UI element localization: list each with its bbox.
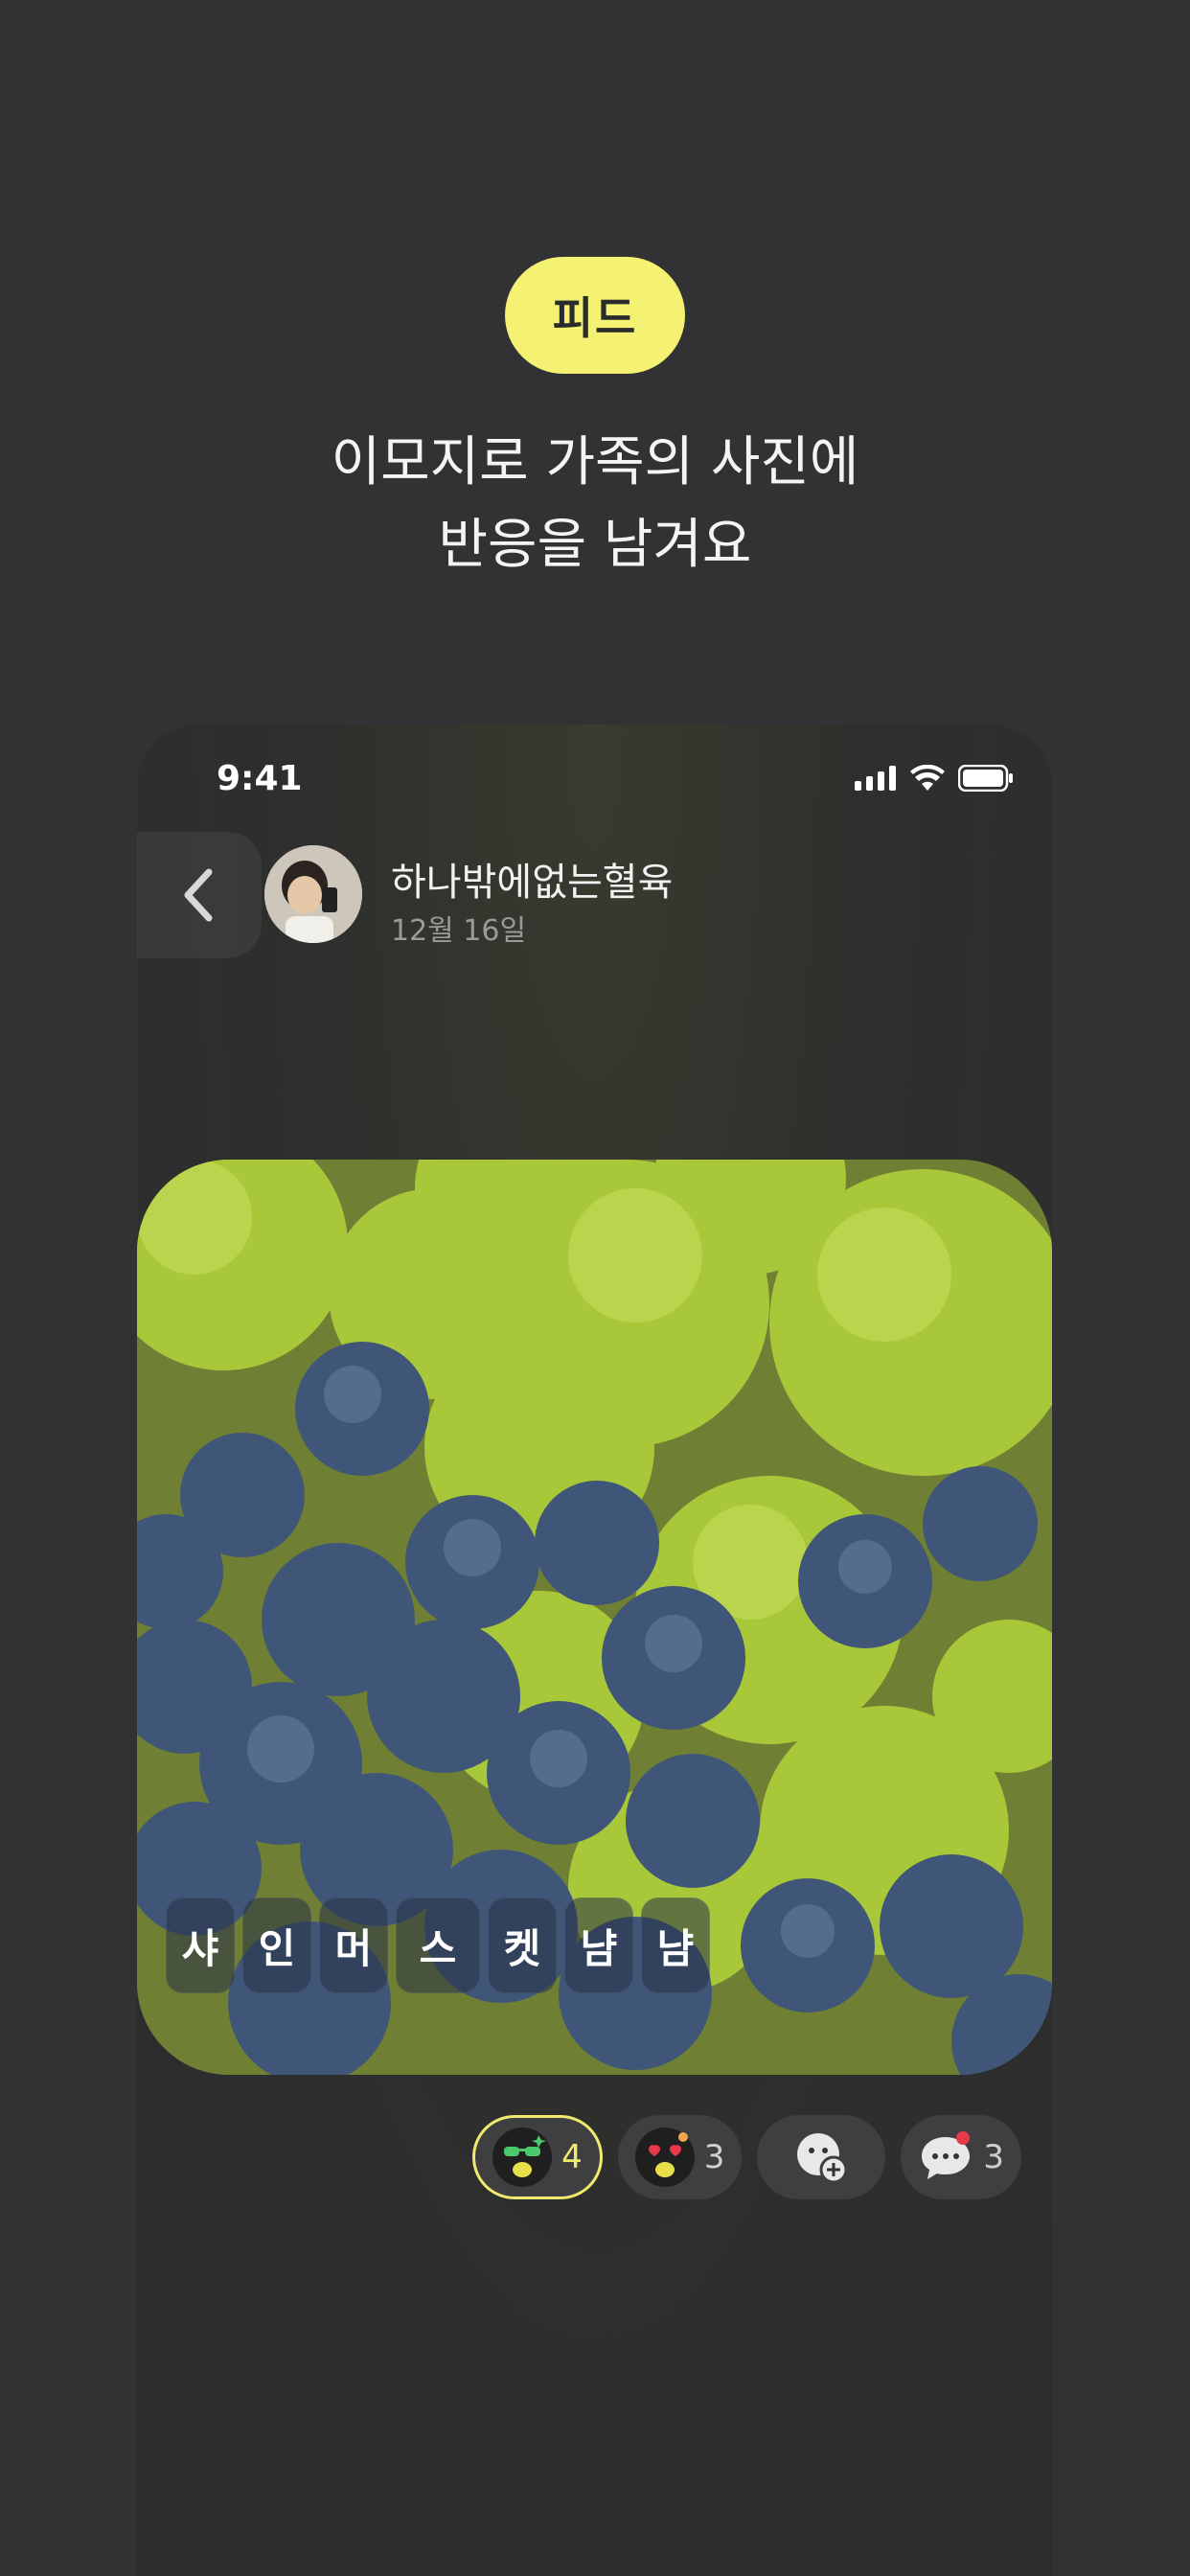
- caption-tile: 냠: [641, 1898, 710, 1993]
- caption-tile: 인: [242, 1898, 311, 1993]
- phone-screen: 9:41 하나밖에없는혈육 12월 16일 샤 인 머 스 켓 냠 냠 4 3 …: [137, 724, 1052, 2576]
- chevron-left-icon: [184, 868, 213, 922]
- reaction-sunglasses[interactable]: 4: [472, 2115, 603, 2199]
- caption-tile: 샤: [166, 1898, 235, 1993]
- reaction-count: 3: [983, 2138, 1004, 2176]
- caption-tile: 스: [396, 1898, 480, 1993]
- caption-tile: 머: [319, 1898, 388, 1993]
- comments-button[interactable]: 3: [901, 2115, 1021, 2199]
- battery-icon: [958, 765, 1013, 792]
- sunglasses-emoji-icon: [492, 2128, 553, 2187]
- headline-line-2: 반응을 남겨요: [438, 514, 752, 576]
- reaction-bar: 4 3 3: [472, 2115, 1021, 2199]
- reaction-count: 3: [703, 2138, 725, 2176]
- post-author-name[interactable]: 하나밖에없는혈육: [391, 851, 673, 907]
- avatar[interactable]: [264, 845, 362, 943]
- comment-icon: [922, 2131, 971, 2179]
- reaction-count: 4: [561, 2138, 583, 2176]
- photo-caption: 샤 인 머 스 켓 냠 냠: [166, 1898, 710, 1993]
- headline-line-1: 이모지로 가족의 사진에: [331, 431, 859, 494]
- add-reaction-icon: [797, 2133, 848, 2184]
- reaction-heart-eyes[interactable]: 3: [617, 2115, 743, 2199]
- wifi-icon: [910, 765, 945, 791]
- cellular-signal-icon: [855, 766, 896, 791]
- add-reaction-button[interactable]: [757, 2115, 886, 2199]
- status-icons: [855, 765, 1014, 792]
- avatar-photo: [264, 845, 362, 943]
- post-date: 12월 16일: [391, 914, 527, 948]
- heart-eyes-emoji-icon: [634, 2128, 695, 2187]
- status-time: 9:41: [217, 759, 303, 798]
- feed-badge: 피드: [505, 257, 685, 374]
- back-button[interactable]: [137, 832, 262, 958]
- caption-tile: 켓: [488, 1898, 557, 1993]
- caption-tile: 냠: [564, 1898, 633, 1993]
